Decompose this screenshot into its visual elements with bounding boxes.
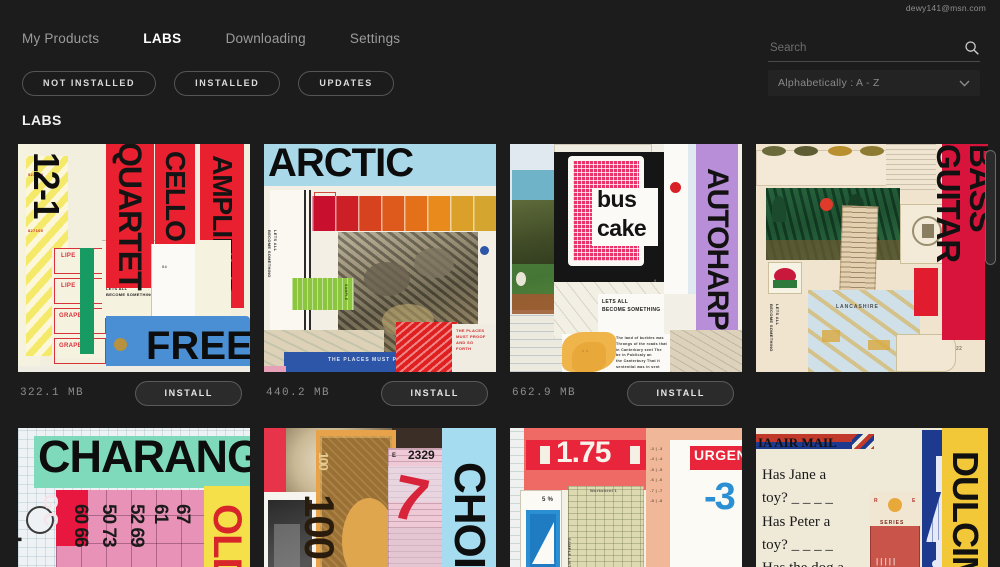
install-button[interactable]: INSTALL [627,380,734,406]
product-card-footer: 440.2 MB INSTALL [264,372,496,414]
chevron-down-icon [959,80,970,87]
nav-item-my-products[interactable]: My Products [22,31,99,46]
main-navigation: My Products LABS Downloading Settings [0,16,1000,62]
filter-installed[interactable]: INSTALLED [174,70,281,96]
install-button[interactable]: INSTALL [135,380,242,406]
product-card-amplified-cello-quartet[interactable]: 523984 827105 12-1 LIPE LIPE GRAPE GRAPE… [18,144,250,414]
account-bar: dewy141@msn.com [0,0,1000,16]
nav-item-downloading[interactable]: Downloading [226,31,306,46]
product-thumbnail[interactable]: A bus cake AUTOHARP [510,144,742,372]
product-card-bass-guitar[interactable]: LANCASHIRE LETS ALL BECOME SOMETHING BASS… [756,144,988,414]
product-card-choir[interactable]: 100 100 100 M E 2329 7 CHOIR [264,428,496,567]
product-thumbnail[interactable]: IA AIR MAIL Has Jane a toy? _ _ _ _ Has … [756,428,988,567]
product-card-dulcimer[interactable]: IA AIR MAIL Has Jane a toy? _ _ _ _ Has … [756,428,988,567]
search-input[interactable] [768,41,964,58]
sort-dropdown[interactable]: Alphabetically : A - Z [768,70,980,96]
product-card-footer: 322.1 MB INSTALL [18,372,250,414]
scrollbar-thumb[interactable] [985,150,996,265]
filter-updates[interactable]: UPDATES [298,70,394,96]
account-email[interactable]: dewy141@msn.com [906,3,986,13]
product-thumbnail[interactable]: LANCASHIRE LETS ALL BECOME SOMETHING BASS… [756,144,988,372]
filter-bar: NOT INSTALLED INSTALLED UPDATES Alphabet… [0,60,1000,106]
sort-dropdown-label: Alphabetically : A - Z [778,77,880,89]
filter-not-installed[interactable]: NOT INSTALLED [22,70,157,96]
product-card-arctic-swells[interactable]: ARCTIC SWELLS LETS ALLBECOME SOMETHING [264,144,496,414]
product-grid-scroll-area[interactable]: 523984 827105 12-1 LIPE LIPE GRAPE GRAPE… [0,140,1000,567]
product-size: 440.2 MB [266,387,331,399]
product-thumbnail[interactable]: ARCTIC SWELLS LETS ALLBECOME SOMETHING [264,144,496,372]
nav-item-labs[interactable]: LABS [143,31,181,46]
section-title: LABS [22,112,62,128]
product-card-footer [756,372,988,414]
product-card-autoharp[interactable]: A bus cake AUTOHARP [510,144,742,414]
product-card-charango[interactable]: CHARANGO L G C 60 66 50 73 52 69 61 67 E [18,428,250,567]
search-icon[interactable] [964,40,980,56]
search-box[interactable] [768,38,980,62]
product-card-footer: 662.9 MB INSTALL [510,372,742,414]
install-button[interactable]: INSTALL [381,380,488,406]
nav-item-settings[interactable]: Settings [350,31,400,46]
product-thumbnail[interactable]: 100 100 100 M E 2329 7 CHOIR [264,428,496,567]
product-thumbnail[interactable]: 523984 827105 12-1 LIPE LIPE GRAPE GRAPE… [18,144,250,372]
product-size: 322.1 MB [20,387,85,399]
labs-store-window: dewy141@msn.com My Products LABS Downloa… [0,0,1000,567]
product-grid: 523984 827105 12-1 LIPE LIPE GRAPE GRAPE… [0,140,1000,567]
product-size: 662.9 MB [512,387,577,399]
product-card-drums[interactable]: 1.75 URGENT -3 -3 | -3-4 | -4-5 | -5-6 |… [510,428,742,567]
product-thumbnail[interactable]: CHARANGO L G C 60 66 50 73 52 69 61 67 E [18,428,250,567]
product-thumbnail[interactable]: 1.75 URGENT -3 -3 | -3-4 | -4-5 | -5-6 |… [510,428,742,567]
